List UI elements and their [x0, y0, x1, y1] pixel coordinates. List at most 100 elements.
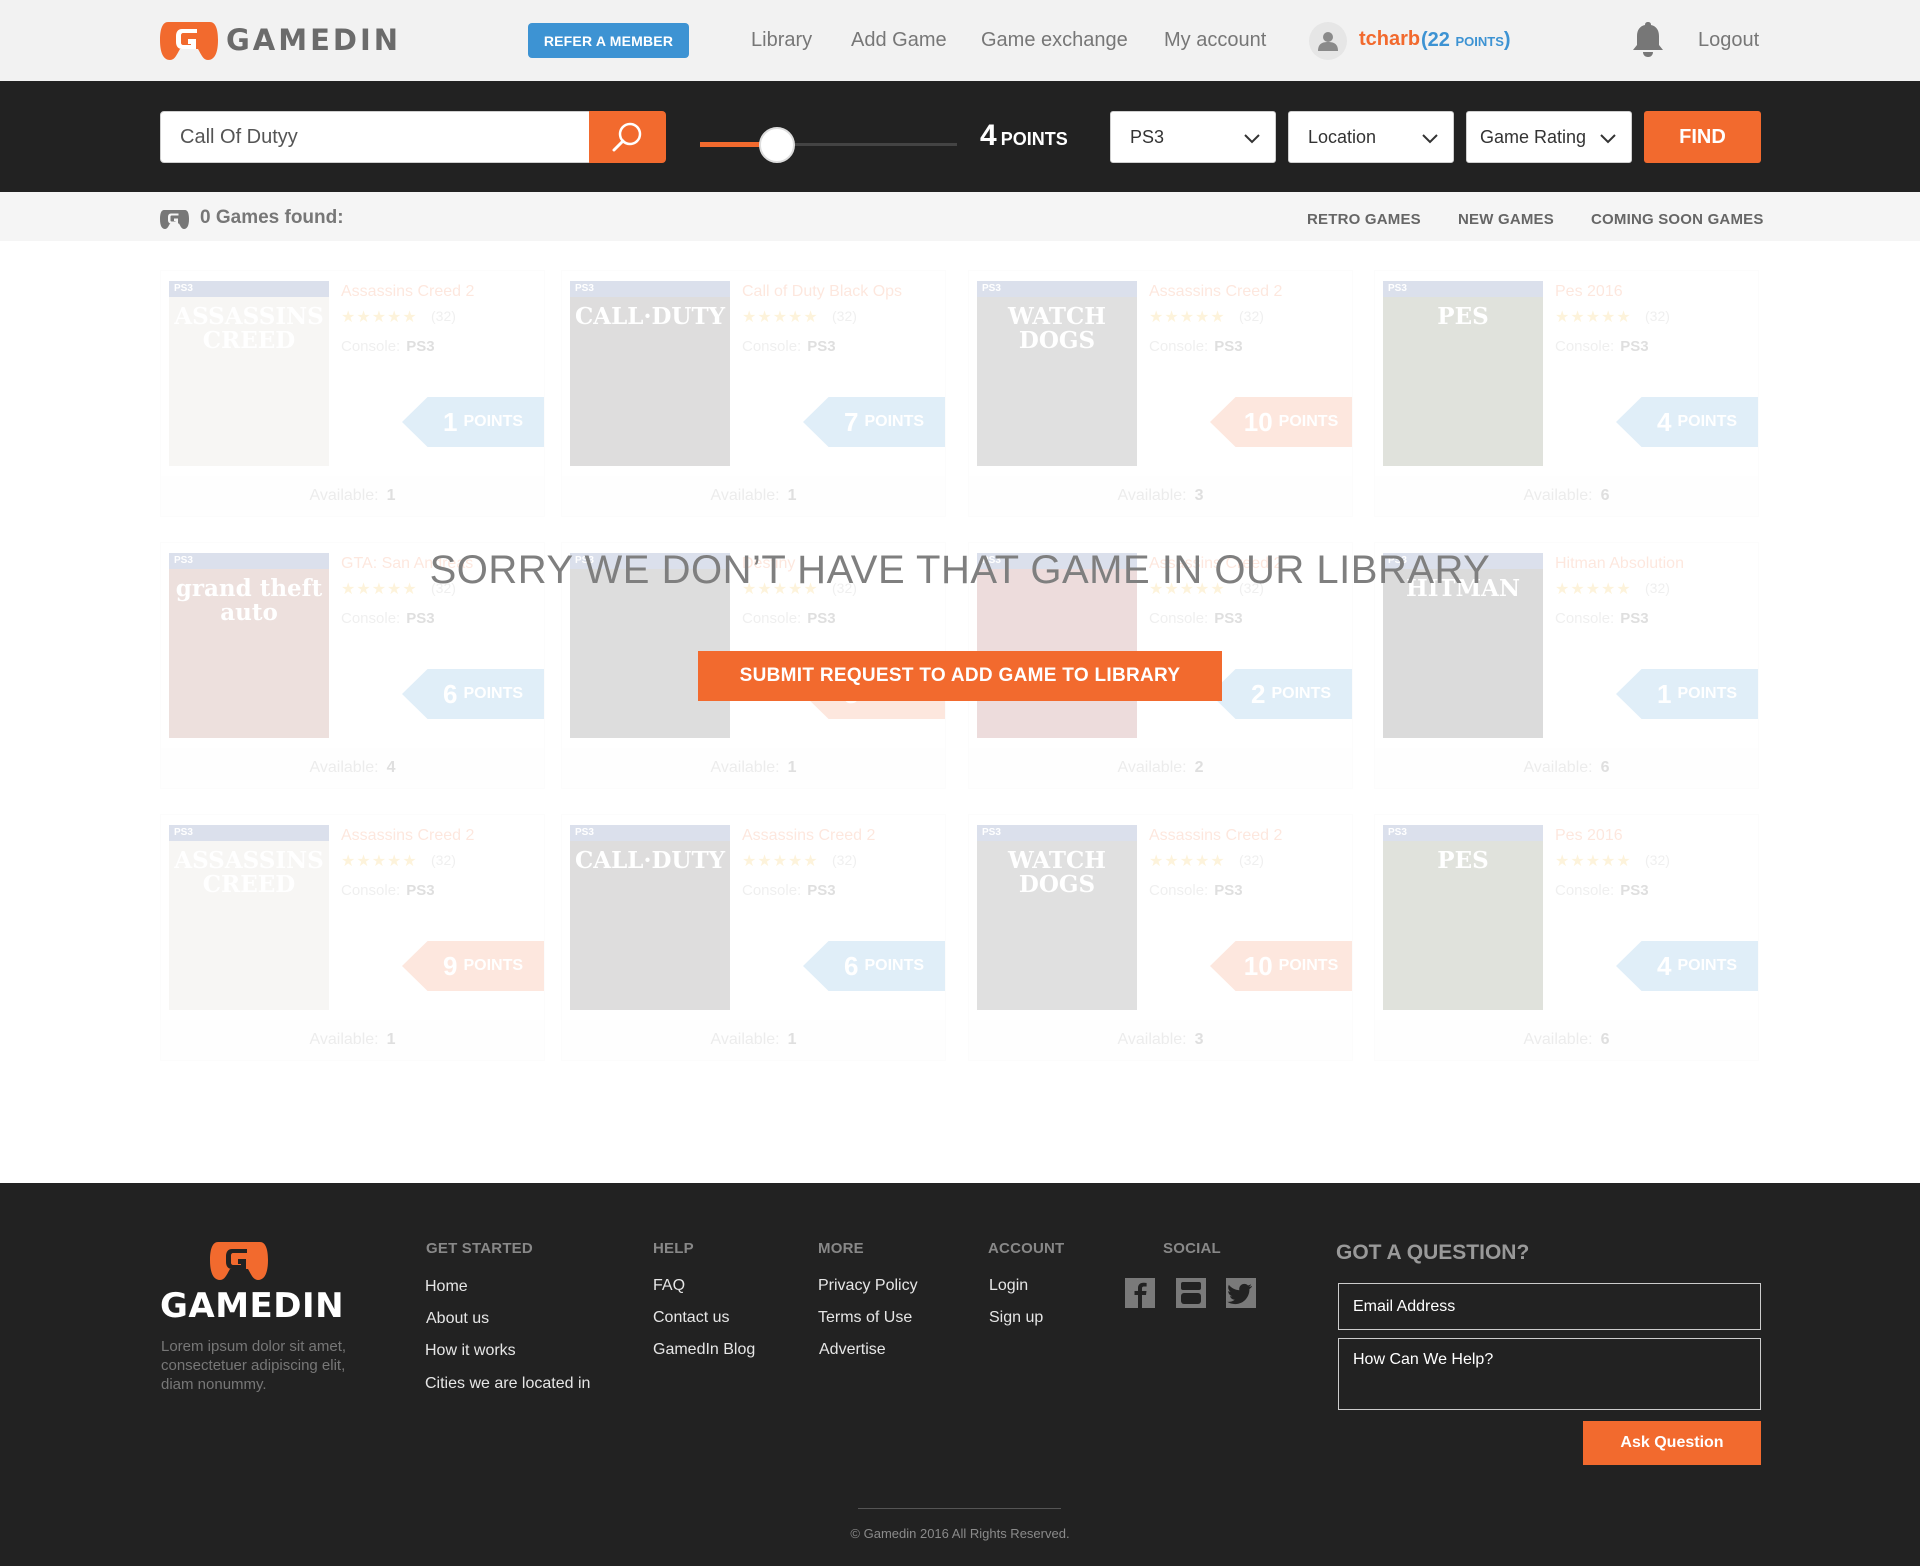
- points-tag-unit: POINTS: [1677, 413, 1738, 430]
- console-info: Console: PS3: [341, 610, 435, 627]
- points-tag: 4 POINTS: [1616, 397, 1758, 447]
- game-card[interactable]: PS3 PES Pes 2016 ★★★★★ (32) Console: PS3 4 POINT…: [1374, 814, 1759, 1061]
- platform-select[interactable]: PS3: [1110, 111, 1276, 163]
- nav-library[interactable]: Library: [751, 29, 812, 52]
- logo[interactable]: GAMEDIN: [160, 18, 401, 62]
- platform-value: PS3: [1130, 126, 1165, 147]
- points-tag-unit: POINTS: [864, 957, 925, 974]
- rating-count: (32): [1239, 308, 1264, 324]
- points-slider[interactable]: [700, 127, 957, 163]
- console-value: PS3: [1214, 610, 1243, 627]
- slider-handle[interactable]: [759, 127, 796, 163]
- console-value: PS3: [1620, 882, 1649, 899]
- footer-link-about-us[interactable]: About us: [426, 1310, 489, 1328]
- console-info: Console: PS3: [742, 882, 836, 899]
- footer-heading-more: MORE: [818, 1240, 864, 1257]
- username[interactable]: tcharb: [1359, 28, 1420, 51]
- footer-link-how-it-works[interactable]: How it works: [425, 1342, 516, 1360]
- game-title[interactable]: Assassins Creed 2: [1149, 283, 1282, 301]
- points-label: POINTS: [1000, 129, 1068, 149]
- nav-game-exchange[interactable]: Game exchange: [981, 29, 1128, 52]
- submit-request-button[interactable]: SUBMIT REQUEST TO ADD GAME TO LIBRARY: [698, 651, 1222, 701]
- console-label: Console:: [341, 610, 401, 627]
- game-title[interactable]: Pes 2016: [1555, 283, 1623, 301]
- game-title[interactable]: Pes 2016: [1555, 827, 1623, 845]
- available-count: 6: [1600, 1031, 1610, 1048]
- footer-link-blog[interactable]: GamedIn Blog: [653, 1341, 755, 1359]
- footer-logo-text: GAMEDIN: [160, 1286, 345, 1326]
- footer-link-faq[interactable]: FAQ: [653, 1277, 685, 1295]
- available-label: Available:: [1117, 487, 1187, 504]
- console-label: Console:: [1149, 338, 1209, 355]
- game-cover-image[interactable]: PS3 PES: [1383, 281, 1543, 466]
- rating-count: (32): [1645, 308, 1670, 324]
- search-button[interactable]: [589, 111, 666, 163]
- points-tag-unit: POINTS: [1278, 413, 1339, 430]
- points-tag-unit: POINTS: [463, 957, 524, 974]
- twitter-icon[interactable]: [1226, 1278, 1256, 1308]
- footer-heading-social: SOCIAL: [1163, 1240, 1221, 1257]
- game-cover-image[interactable]: PS3 WATCH DOGS: [977, 281, 1137, 466]
- game-title[interactable]: Call of Duty Black Ops: [742, 283, 902, 301]
- ask-question-button[interactable]: Ask Question: [1583, 1421, 1761, 1465]
- nav-add-game[interactable]: Add Game: [851, 29, 947, 52]
- notification-bell-icon[interactable]: [1632, 20, 1664, 58]
- filter-new-games[interactable]: NEW GAMES: [1458, 211, 1554, 228]
- console-label: Console:: [742, 338, 802, 355]
- filter-coming-soon-games[interactable]: COMING SOON GAMES: [1591, 211, 1764, 228]
- game-card[interactable]: PS3 WATCH DOGS Assassins Creed 2 ★★★★★ (32) C…: [968, 814, 1353, 1061]
- game-cover-image[interactable]: PS3 ASSASSINS CREED: [169, 281, 329, 466]
- footer-link-advertise[interactable]: Advertise: [819, 1341, 886, 1359]
- availability: Available: 3: [969, 476, 1352, 516]
- game-card[interactable]: PS3 CALL·DUTY Call of Duty Black Ops ★★★★★ (…: [561, 270, 946, 517]
- facebook-icon[interactable]: [1125, 1278, 1155, 1308]
- user-points: (22 POINTS): [1421, 29, 1511, 52]
- rating-count: (32): [1239, 852, 1264, 868]
- footer-link-login[interactable]: Login: [989, 1277, 1028, 1295]
- game-card[interactable]: PS3 ASSASSINS CREED Assassins Creed 2 ★★★★★…: [160, 270, 545, 517]
- available-label: Available:: [710, 1031, 780, 1048]
- footer-link-home[interactable]: Home: [425, 1278, 468, 1296]
- footer-link-cities[interactable]: Cities we are located in: [425, 1375, 590, 1393]
- game-card[interactable]: PS3 CALL·DUTY Assassins Creed 2 ★★★★★ (32) Co…: [561, 814, 946, 1061]
- console-info: Console: PS3: [742, 610, 836, 627]
- console-info: Console: PS3: [341, 338, 435, 355]
- console-info: Console: PS3: [1555, 338, 1649, 355]
- footer-link-privacy-policy[interactable]: Privacy Policy: [818, 1277, 918, 1295]
- find-button[interactable]: FIND: [1644, 111, 1761, 163]
- game-title[interactable]: Assassins Creed 2: [742, 827, 875, 845]
- points-tag-value: 6: [843, 950, 859, 981]
- search-input[interactable]: [160, 111, 590, 163]
- help-field[interactable]: [1338, 1338, 1761, 1410]
- game-card[interactable]: PS3 ASSASSINS CREED Assassins Creed 2 ★★★★★…: [160, 814, 545, 1061]
- user-avatar-icon[interactable]: [1309, 22, 1347, 60]
- availability: Available: 6: [1375, 1020, 1758, 1060]
- game-card[interactable]: PS3 PES Pes 2016 ★★★★★ (32) Console: PS3 4 POINT…: [1374, 270, 1759, 517]
- youtube-icon[interactable]: [1176, 1278, 1206, 1308]
- footer-link-sign-up[interactable]: Sign up: [989, 1309, 1043, 1327]
- refer-member-button[interactable]: REFER A MEMBER: [528, 23, 689, 58]
- game-card[interactable]: PS3 WATCH DOGS Assassins Creed 2 ★★★★★ (32) C…: [968, 270, 1353, 517]
- gamedin-logo-icon: [160, 22, 218, 60]
- game-cover-image[interactable]: PS3 CALL·DUTY: [570, 825, 730, 1010]
- game-title[interactable]: Assassins Creed 2: [341, 283, 474, 301]
- nav-my-account[interactable]: My account: [1164, 29, 1266, 52]
- console-value: PS3: [1214, 882, 1243, 899]
- available-count: 3: [1194, 1031, 1204, 1048]
- available-count: 1: [787, 487, 797, 504]
- game-cover-image[interactable]: PS3 CALL·DUTY: [570, 281, 730, 466]
- points-tag-unit: POINTS: [864, 413, 925, 430]
- game-cover-image[interactable]: PS3 PES: [1383, 825, 1543, 1010]
- platform-badge: PS3: [1383, 825, 1543, 841]
- logout-link[interactable]: Logout: [1698, 29, 1759, 52]
- game-cover-image[interactable]: PS3 WATCH DOGS: [977, 825, 1137, 1010]
- filter-retro-games[interactable]: RETRO GAMES: [1307, 211, 1421, 228]
- location-select[interactable]: Location: [1288, 111, 1454, 163]
- footer-link-terms-of-use[interactable]: Terms of Use: [818, 1309, 912, 1327]
- footer-link-contact-us[interactable]: Contact us: [653, 1309, 729, 1327]
- email-field[interactable]: [1338, 1283, 1761, 1330]
- game-title[interactable]: Assassins Creed 2: [1149, 827, 1282, 845]
- game-cover-image[interactable]: PS3 ASSASSINS CREED: [169, 825, 329, 1010]
- game-title[interactable]: Assassins Creed 2: [341, 827, 474, 845]
- rating-select[interactable]: Game Rating: [1466, 111, 1632, 163]
